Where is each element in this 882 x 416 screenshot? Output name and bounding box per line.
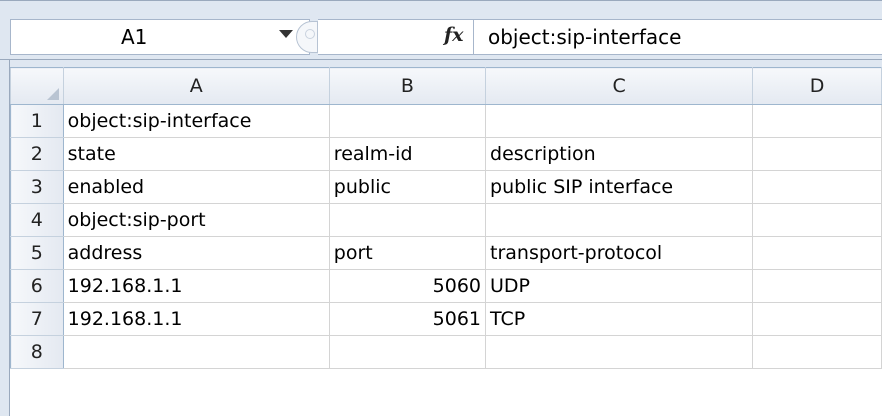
row-header[interactable]: 2 xyxy=(10,137,64,171)
row-header[interactable]: 7 xyxy=(10,302,64,336)
cell-d3[interactable] xyxy=(752,170,882,204)
cell-b8[interactable] xyxy=(328,335,487,369)
grid-top-edge xyxy=(0,60,882,67)
table-row: 4 object:sip-port xyxy=(10,203,882,237)
cell-c3[interactable]: public SIP interface xyxy=(485,170,754,204)
insert-function-icon[interactable]: fx xyxy=(444,24,464,46)
table-row: 6 192.168.1.1 5060 UDP xyxy=(10,269,882,303)
cell-d4[interactable] xyxy=(752,203,882,237)
column-header-d[interactable]: D xyxy=(752,67,882,105)
cell-d5[interactable] xyxy=(752,236,882,270)
table-row: 5 address port transport-protocol xyxy=(10,236,882,270)
cell-d1[interactable] xyxy=(752,104,882,138)
select-all-icon xyxy=(46,88,59,100)
spreadsheet-grid: A B C D 1 object:sip-interface 2 state r… xyxy=(10,67,882,369)
cell-b3[interactable]: public xyxy=(328,170,487,204)
cell-c7[interactable]: TCP xyxy=(485,302,754,336)
cell-b5[interactable]: port xyxy=(328,236,487,270)
column-header-c[interactable]: C xyxy=(485,67,754,105)
table-row: 8 xyxy=(10,335,882,369)
cell-d6[interactable] xyxy=(752,269,882,303)
cell-a7[interactable]: 192.168.1.1 xyxy=(62,302,330,336)
table-row: 2 state realm-id description xyxy=(10,137,882,171)
cell-c4[interactable] xyxy=(485,203,754,237)
cell-a3[interactable]: enabled xyxy=(62,170,330,204)
cell-a6[interactable]: 192.168.1.1 xyxy=(62,269,330,303)
cell-b6[interactable]: 5060 xyxy=(328,269,487,303)
cell-c2[interactable]: description xyxy=(485,137,754,171)
column-header-row: A B C D xyxy=(10,67,882,105)
cell-c5[interactable]: transport-protocol xyxy=(485,236,754,270)
row-header[interactable]: 5 xyxy=(10,236,64,270)
name-box-value: A1 xyxy=(121,25,148,49)
cell-c8[interactable] xyxy=(485,335,754,369)
cell-c1[interactable] xyxy=(485,104,754,138)
cell-d7[interactable] xyxy=(752,302,882,336)
cell-a8[interactable] xyxy=(62,335,330,369)
row-header[interactable]: 3 xyxy=(10,170,64,204)
table-row: 7 192.168.1.1 5061 TCP xyxy=(10,302,882,336)
cell-a5[interactable]: address xyxy=(62,236,330,270)
cell-c6[interactable]: UDP xyxy=(485,269,754,303)
cell-b1[interactable] xyxy=(328,104,487,138)
formula-bar: A1 fx object:sip-interface xyxy=(0,0,882,60)
formula-input[interactable]: object:sip-interface xyxy=(473,19,882,55)
cell-d8[interactable] xyxy=(752,335,882,369)
column-header-b[interactable]: B xyxy=(328,67,487,105)
name-box[interactable]: A1 xyxy=(10,19,310,55)
select-all-corner[interactable] xyxy=(10,67,64,105)
insert-function-area: fx xyxy=(318,19,473,55)
column-header-a[interactable]: A xyxy=(62,67,330,105)
cell-b7[interactable]: 5061 xyxy=(328,302,487,336)
table-row: 1 object:sip-interface xyxy=(10,104,882,138)
table-row: 3 enabled public public SIP interface xyxy=(10,170,882,204)
formula-input-value: object:sip-interface xyxy=(488,25,682,49)
cell-b2[interactable]: realm-id xyxy=(328,137,487,171)
grid-left-edge xyxy=(0,60,10,416)
row-header[interactable]: 4 xyxy=(10,203,64,237)
row-header[interactable]: 8 xyxy=(10,335,64,369)
cell-a2[interactable]: state xyxy=(62,137,330,171)
cell-a4[interactable]: object:sip-port xyxy=(62,203,330,237)
cell-d2[interactable] xyxy=(752,137,882,171)
cell-b4[interactable] xyxy=(328,203,487,237)
row-header[interactable]: 1 xyxy=(10,104,64,138)
cell-a1[interactable]: object:sip-interface xyxy=(62,104,330,138)
chevron-down-icon[interactable] xyxy=(279,30,293,38)
row-header[interactable]: 6 xyxy=(10,269,64,303)
